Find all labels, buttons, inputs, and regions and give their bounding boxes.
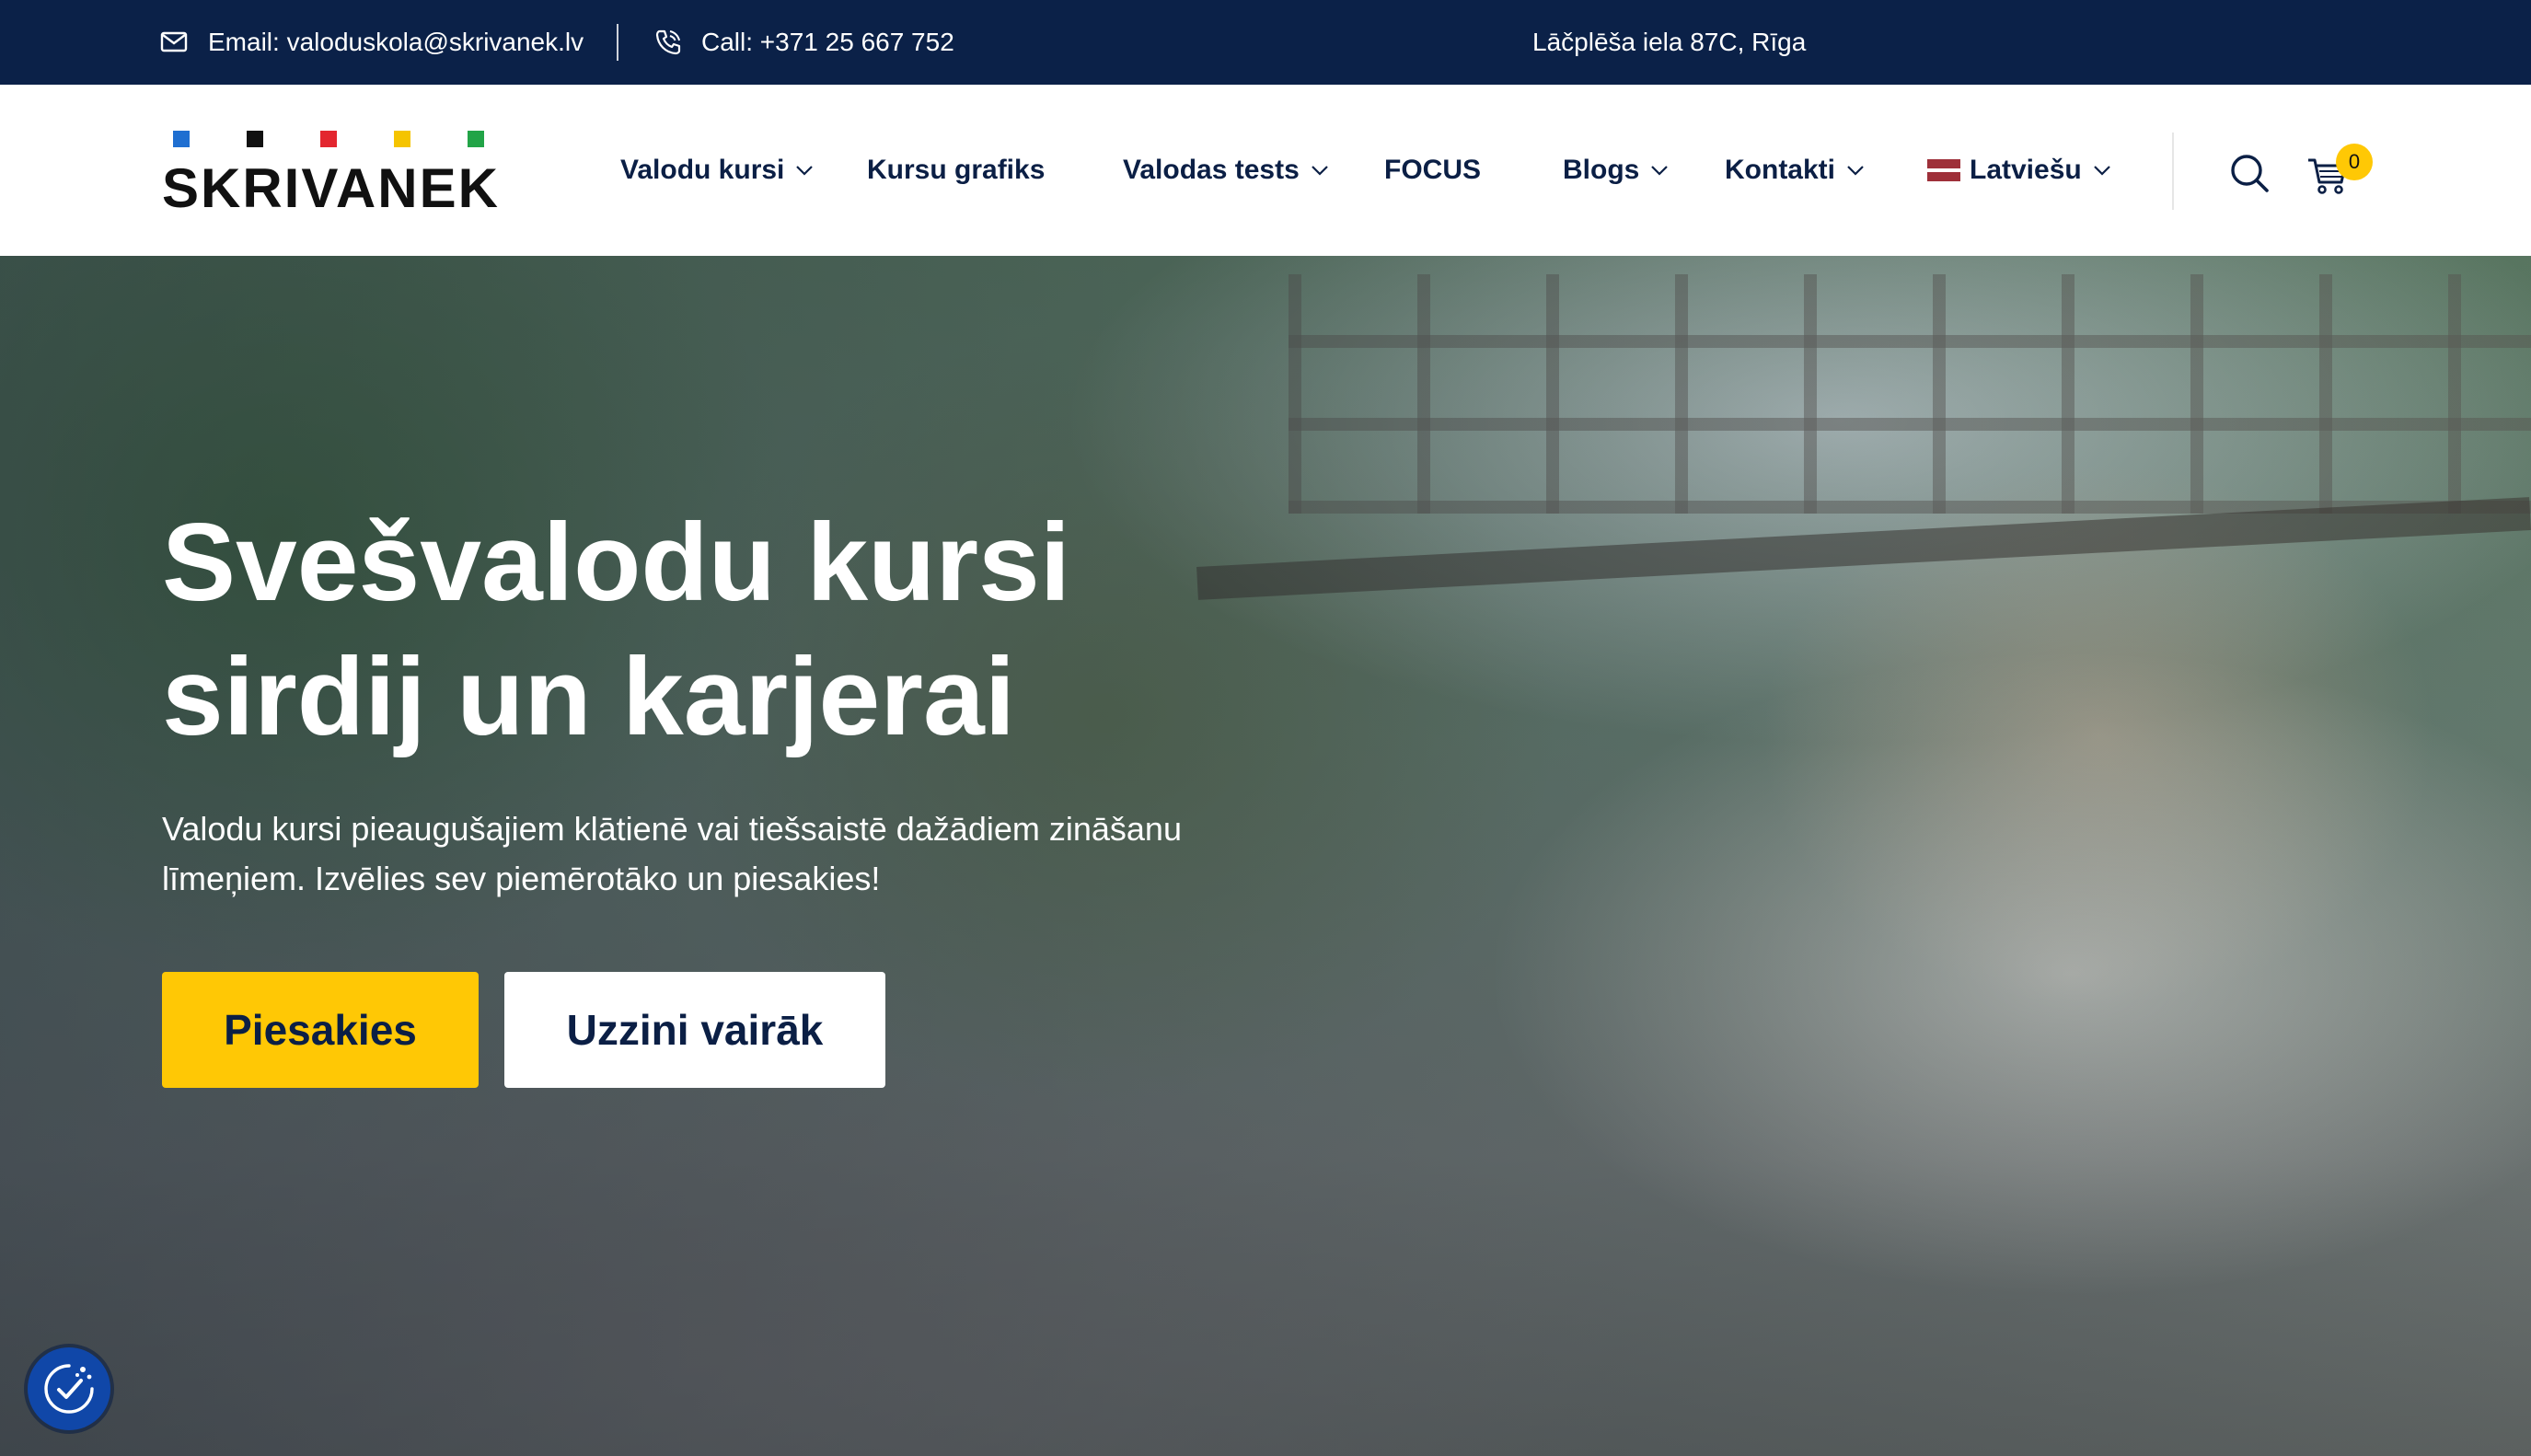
- hero-subtitle: Valodu kursi pieaugušajiem klātienē vai …: [162, 804, 1230, 904]
- nav-label: Blogs: [1563, 155, 1640, 185]
- phone-icon: [655, 29, 681, 55]
- logo-color-squares: [173, 131, 486, 147]
- email-text: Email: valoduskola@skrivanek.lv: [208, 28, 584, 56]
- address-text: Lāčplēša iela 87C, Rīga: [1532, 28, 1807, 56]
- language-selector[interactable]: Latviešu: [1927, 85, 2111, 256]
- hero-title-line-2: sirdij un karjerai: [162, 635, 1016, 758]
- phone-link[interactable]: Call: +371 25 667 752: [653, 0, 954, 85]
- nav-label: Kursu grafiks: [867, 155, 1046, 185]
- nav-label: FOCUS: [1384, 155, 1481, 185]
- nav-kursu-grafiks[interactable]: Kursu grafiks: [867, 85, 1045, 256]
- logo-square-black: [247, 131, 263, 147]
- hero-subtitle-line-1: Valodu kursi pieaugušajiem klātienē vai …: [162, 810, 1182, 848]
- accessibility-button[interactable]: [28, 1347, 110, 1430]
- envelope-icon: [160, 31, 188, 52]
- nav-blogs[interactable]: Blogs: [1563, 85, 1669, 256]
- skrivanek-logo[interactable]: SKRIVANEK: [162, 131, 498, 223]
- nav-label: Valodu kursi: [620, 155, 785, 185]
- learn-more-button[interactable]: Uzzini vairāk: [504, 972, 885, 1088]
- search-icon: [2231, 155, 2269, 192]
- latvia-flag-icon: [1927, 159, 1960, 181]
- logo-square-green: [468, 131, 484, 147]
- logo-square-blue: [173, 131, 190, 147]
- main-header: SKRIVANEK Valodu kursi Kursu grafiks Val…: [0, 85, 2531, 256]
- chevron-down-icon: [796, 166, 814, 176]
- hero-title: Svešvalodu kursi sirdij un karjerai: [162, 495, 1174, 764]
- email-link[interactable]: Email: valoduskola@skrivanek.lv: [160, 0, 584, 85]
- top-contact-bar: Email: valoduskola@skrivanek.lv Call: +3…: [0, 0, 2531, 85]
- chevron-down-icon: [1847, 166, 1864, 176]
- chevron-down-icon: [2093, 166, 2110, 176]
- nav-valodas-tests[interactable]: Valodas tests: [1123, 85, 1329, 256]
- header-divider: [2172, 133, 2174, 210]
- chevron-down-icon: [1311, 166, 1328, 176]
- language-label: Latviešu: [1970, 155, 2082, 185]
- logo-square-red: [320, 131, 337, 147]
- nav-label: Valodas tests: [1123, 155, 1300, 185]
- nav-focus[interactable]: FOCUS: [1384, 85, 1481, 256]
- phone-text: Call: +371 25 667 752: [701, 28, 954, 56]
- search-button[interactable]: [2229, 153, 2270, 193]
- topbar-divider: [617, 24, 618, 61]
- cart-count-badge: 0: [2336, 144, 2373, 180]
- hero-subtitle-line-2: līmeņiem. Izvēlies sev piemērotāko un pi…: [162, 860, 881, 897]
- chevron-down-icon: [1651, 166, 1669, 176]
- apply-button[interactable]: Piesakies: [162, 972, 479, 1088]
- logo-wordmark: SKRIVANEK: [162, 157, 500, 219]
- logo-square-yellow: [394, 131, 410, 147]
- nav-kontakti[interactable]: Kontakti: [1725, 85, 1865, 256]
- accessibility-icon: [44, 1364, 94, 1414]
- hero-title-line-1: Svešvalodu kursi: [162, 501, 1071, 624]
- nav-valodu-kursi[interactable]: Valodu kursi: [620, 85, 814, 256]
- nav-label: Kontakti: [1725, 155, 1835, 185]
- hero-section: Svešvalodu kursi sirdij un karjerai Valo…: [0, 256, 2531, 1456]
